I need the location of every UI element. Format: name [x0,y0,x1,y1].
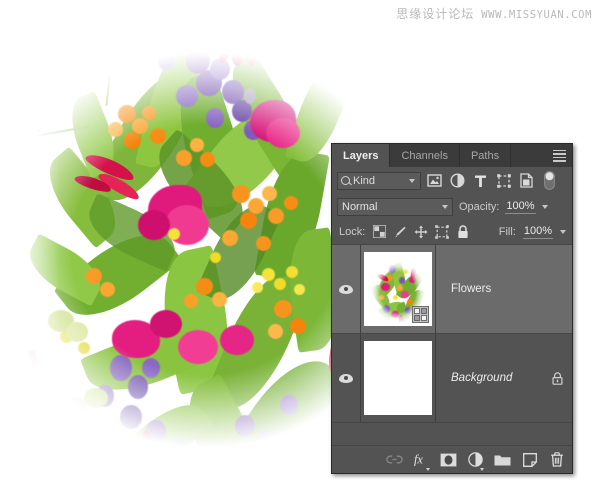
delete-layer-button[interactable] [548,451,565,468]
layer-visibility-toggle-flowers[interactable] [332,245,360,333]
type-layer-filter-button[interactable] [471,171,490,190]
white-thumbnail [364,341,432,415]
shape-icon [496,173,511,188]
smart-object-badge-icon [412,306,429,323]
new-layer-icon [522,452,537,467]
chevron-down-icon [409,178,415,183]
pixel-layer-filter-button[interactable] [425,171,444,190]
lock-label: Lock: [339,225,366,238]
watermark-url: WWW.MISSYUAN.COM [481,9,592,21]
filter-enable-toggle[interactable] [540,171,559,190]
layer-name-background[interactable]: Background [436,372,542,384]
image-icon [427,174,442,187]
new-adjustment-layer-button[interactable] [467,451,484,471]
padlock-icon [552,371,563,385]
smart-object-icon [520,173,533,188]
layer-locked-indicator [542,371,572,385]
checkerboard-icon [372,225,386,238]
mask-icon [440,453,457,466]
artboard-icon [435,224,450,239]
trash-icon [550,452,563,467]
chevron-down-icon [480,468,484,471]
layer-row-background[interactable]: Background [332,334,572,423]
eye-icon [339,284,353,294]
lock-image-pixels-button[interactable] [393,225,407,239]
tab-paths-label: Paths [470,149,500,162]
tab-paths[interactable]: Paths [459,144,512,167]
lock-transparent-pixels-button[interactable] [372,225,386,239]
layer-name-flowers[interactable]: Flowers [436,283,542,295]
opacity-chevron-down-icon[interactable] [541,204,548,209]
layers-panel-bottom-bar: fx [332,445,572,473]
brush-icon [395,226,406,237]
flower-bouquet-thumbnail [364,252,432,326]
layer-filter-row: Kind [332,167,572,194]
chevron-down-icon [426,468,430,471]
layers-panel: Layers Channels Paths Kind Normal Opacit… [331,143,573,474]
fill-label: Fill: [498,225,516,238]
adjustment-icon [468,452,483,467]
link-icon [386,455,403,464]
smart-object-filter-button[interactable] [517,171,536,190]
filter-kind-label: Kind [353,174,376,187]
new-layer-button[interactable] [521,451,538,468]
layer-thumbnail-cell-background[interactable] [360,334,436,422]
tab-layers-label: Layers [343,149,379,162]
tab-layers[interactable]: Layers [332,144,391,167]
layer-style-button[interactable]: fx [413,451,430,471]
tab-channels[interactable]: Channels [390,144,460,167]
screenshot-root: 思缘设计论坛 WWW.MISSYUAN.COM Layers Channels … [0,0,600,500]
shape-layer-filter-button[interactable] [494,171,513,190]
layer-visibility-toggle-background[interactable] [332,334,360,422]
fx-icon: fx [414,453,423,467]
folder-icon [494,455,511,466]
tab-channels-label: Channels [401,149,448,162]
link-layers-button[interactable] [386,451,403,468]
lock-artboard-nesting-button[interactable] [435,224,450,239]
magnifier-icon [341,176,350,185]
adjustment-icon [450,173,465,188]
blend-mode-row: Normal Opacity: 100% [332,194,572,219]
blend-mode-select[interactable]: Normal [337,197,453,216]
adjustment-layer-filter-button[interactable] [448,171,467,190]
filter-kind-select[interactable]: Kind [337,171,421,190]
lock-row: Lock: Fill: 100% [332,219,572,244]
opacity-label: Opacity: [459,200,500,213]
panel-tab-bar: Layers Channels Paths [332,144,572,167]
move-arrows-icon [414,225,428,238]
lock-all-button[interactable] [456,224,470,239]
fill-value[interactable]: 100% [522,225,553,239]
watermark: 思缘设计论坛 WWW.MISSYUAN.COM [396,5,592,22]
blend-mode-value: Normal [342,200,378,213]
svg-text:fx: fx [414,453,423,467]
add-layer-mask-button[interactable] [440,451,457,468]
hamburger-menu-icon[interactable] [546,144,572,167]
opacity-value[interactable]: 100% [505,200,536,214]
layer-thumbnail-cell-flowers[interactable] [360,245,436,333]
type-t-icon [475,175,486,187]
chevron-down-icon [442,204,448,209]
fill-chevron-down-icon[interactable] [560,229,566,234]
watermark-chinese-text: 思缘设计论坛 [396,7,475,21]
layer-row-flowers[interactable]: Flowers [332,245,572,334]
lock-position-button[interactable] [414,225,428,239]
layer-list: Flowers Background [332,244,572,445]
eye-icon [339,373,353,383]
toggle-pill-icon [544,171,555,190]
padlock-icon [458,224,468,238]
new-group-button[interactable] [494,451,511,468]
